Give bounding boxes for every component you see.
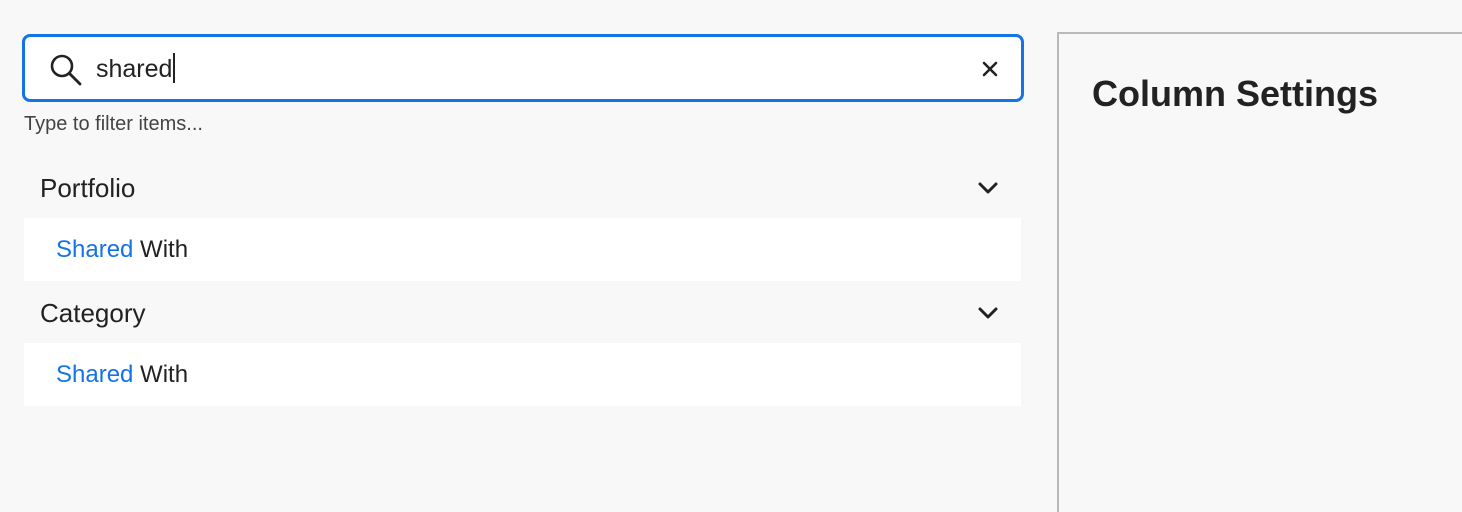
column-settings-panel: Column Settings xyxy=(1057,32,1462,512)
close-icon[interactable] xyxy=(977,56,1003,82)
search-icon xyxy=(49,53,83,87)
list-item-portfolio-shared-with[interactable]: Shared With xyxy=(24,218,1021,281)
text-caret xyxy=(173,53,176,84)
group-header-portfolio[interactable]: Portfolio xyxy=(24,160,1020,216)
group-header-category[interactable]: Category xyxy=(24,285,1020,341)
filter-pane: shared Type to filter items... Portfolio… xyxy=(0,0,1056,512)
search-helper-text: Type to filter items... xyxy=(24,113,203,135)
chevron-down-icon[interactable] xyxy=(976,303,1000,323)
chevron-down-icon[interactable] xyxy=(976,178,1000,198)
list-item-label-rest: With xyxy=(133,361,189,388)
list-item-label-rest: With xyxy=(133,236,189,263)
group-title: Portfolio xyxy=(40,173,136,203)
list-item-label: Shared With xyxy=(56,232,188,268)
search-match-highlight: Shared xyxy=(56,236,134,263)
app-root: shared Type to filter items... Portfolio… xyxy=(0,0,1462,512)
panel-title: Column Settings xyxy=(1092,73,1378,114)
search-field[interactable]: shared xyxy=(22,34,1024,102)
group-title: Category xyxy=(40,298,146,328)
search-match-highlight: Shared xyxy=(56,361,134,388)
list-item-category-shared-with[interactable]: Shared With xyxy=(24,343,1021,406)
list-item-label: Shared With xyxy=(56,357,188,393)
search-input[interactable]: shared xyxy=(96,51,176,87)
